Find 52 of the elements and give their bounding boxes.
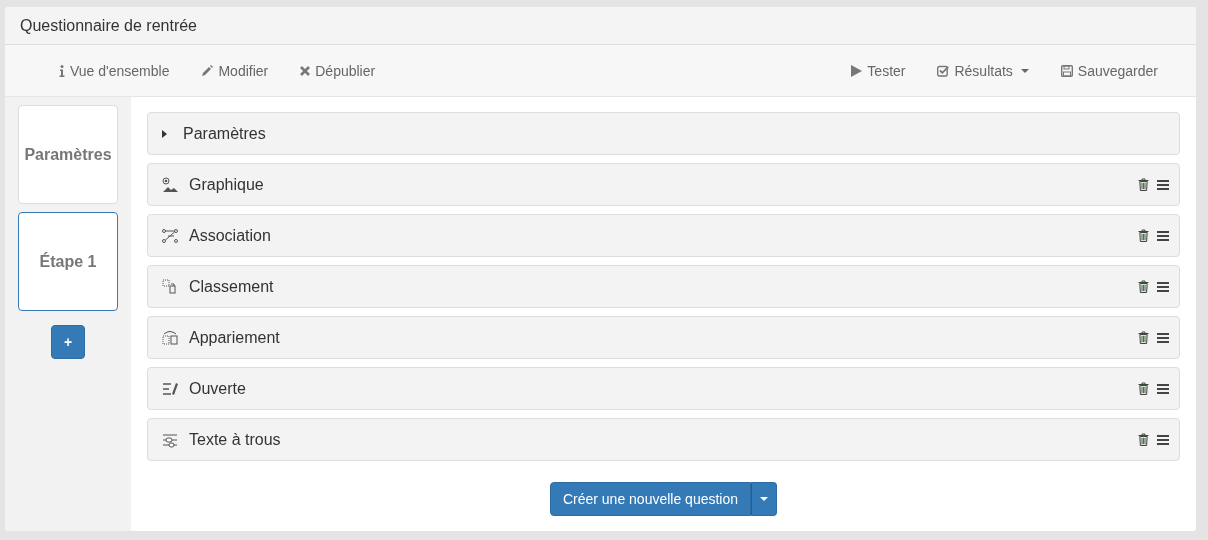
drag-handle-icon (1157, 281, 1169, 292)
row-label: Association (189, 226, 271, 245)
trash-icon (1138, 331, 1149, 344)
row-label: Ouverte (189, 379, 246, 398)
row-label: Paramètres (183, 124, 266, 143)
trash-icon (1138, 229, 1149, 242)
toolbar-button[interactable]: Modifier (189, 56, 281, 85)
dropdown-toggle-button[interactable] (751, 482, 778, 516)
row-label: Classement (189, 277, 274, 296)
row-label: Appariement (189, 328, 280, 347)
toolbar-button[interactable]: Tester (839, 56, 918, 85)
results-button[interactable]: Résultats (925, 56, 1041, 85)
trash-icon (1138, 280, 1149, 293)
pencil-icon (201, 64, 214, 77)
trash-icon (1138, 382, 1149, 395)
caret-icon (1020, 68, 1029, 73)
drag-handle-icon (1157, 179, 1169, 190)
play-icon (851, 64, 863, 77)
trash-icon (1138, 178, 1149, 191)
checkbox-icon (937, 64, 950, 77)
drag-handle-icon (1157, 383, 1169, 394)
save-icon (1060, 64, 1073, 77)
settings-row[interactable]: Paramètres (147, 112, 1180, 155)
caret-icon (760, 497, 769, 501)
question-row[interactable]: Ouverte (147, 367, 1180, 410)
question-row[interactable]: Appariement (147, 316, 1180, 359)
connector-icon (162, 227, 178, 244)
add-step-button[interactable]: + (51, 325, 85, 359)
boxes-icon (162, 278, 178, 295)
close-icon (300, 65, 311, 76)
toolbar-button[interactable]: Dépublier (288, 56, 388, 85)
drag-handle-icon (1157, 230, 1169, 241)
image-icon (162, 176, 178, 193)
sliders-icon (162, 431, 178, 448)
drag-handle-icon (1157, 332, 1169, 343)
question-row[interactable]: Classement (147, 265, 1180, 308)
question-row[interactable]: Association (147, 214, 1180, 257)
step-card[interactable]: Paramètres (18, 105, 118, 204)
row-label: Graphique (189, 175, 264, 194)
trash-icon (1138, 433, 1149, 446)
window-title: Questionnaire de rentrée (20, 16, 197, 35)
question-row[interactable]: Texte à trous (147, 418, 1180, 461)
text-pen-icon (162, 380, 178, 397)
toolbar-button[interactable]: Vue d'ensemble (47, 56, 182, 85)
boxes-icon (162, 329, 178, 346)
question-row[interactable]: Graphique (147, 163, 1180, 206)
toolbar-button[interactable]: Sauvegarder (1048, 56, 1170, 85)
step-card[interactable]: Étape 1 (18, 212, 118, 311)
row-label: Texte à trous (189, 430, 281, 449)
info-icon (59, 64, 65, 77)
drag-handle-icon (1157, 434, 1169, 445)
create-question-button[interactable]: Créer une nouvelle question (549, 482, 752, 516)
